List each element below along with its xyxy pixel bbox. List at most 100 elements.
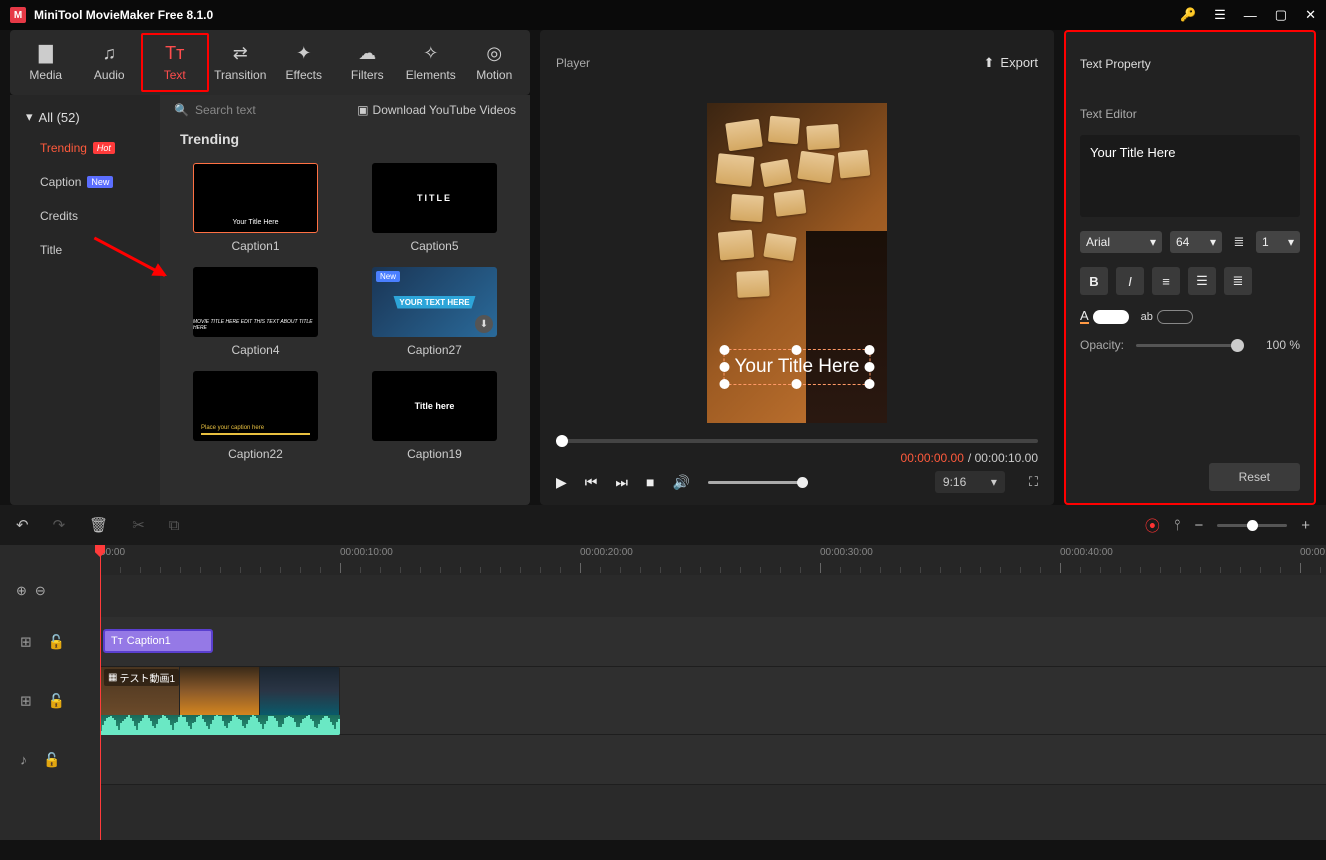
video-clip[interactable]: ▦テスト動画1 (100, 667, 340, 715)
zoom-slider[interactable] (1217, 524, 1287, 527)
tab-effects[interactable]: ✦Effects (272, 35, 336, 90)
next-frame-button[interactable]: ⏭ (615, 474, 628, 491)
titlebar: M MiniTool MovieMaker Free 8.1.0 🔑 ☰ ― ▢… (0, 0, 1326, 30)
chevron-down-icon: ▾ (26, 109, 33, 125)
font-select[interactable]: Arial▾ (1080, 231, 1162, 253)
opacity-value: 100 % (1256, 338, 1300, 352)
search-icon: 🔍 (174, 103, 189, 117)
tab-audio[interactable]: ♫Audio (78, 35, 142, 90)
zoom-in-button[interactable]: + (1301, 517, 1310, 534)
minimize-icon[interactable]: ― (1244, 8, 1257, 23)
menu-icon[interactable]: ☰ (1214, 7, 1226, 23)
timeline-ruler[interactable]: 00:0000:00:10:0000:00:20:0000:00:30:0000… (100, 545, 1326, 575)
redo-button[interactable]: ↷ (53, 516, 66, 534)
resize-handle-tr[interactable] (864, 345, 874, 355)
maximize-icon[interactable]: ▢ (1275, 7, 1287, 23)
time-total: / 00:00:10.00 (968, 451, 1038, 465)
motion-icon: ◎ (486, 43, 502, 64)
resize-handle-bl[interactable] (720, 379, 730, 389)
resize-handle-tl[interactable] (720, 345, 730, 355)
player-panel: Your Title Here 00:00:00.00 / 00:00:10.0… (540, 95, 1054, 505)
text-editor-input[interactable] (1080, 135, 1300, 217)
thumb-caption27[interactable]: NewYOUR TEXT HERE⬇Caption27 (359, 267, 510, 357)
reset-button[interactable]: Reset (1209, 463, 1300, 491)
tab-elements[interactable]: ✧Elements (399, 35, 463, 90)
crop-button[interactable]: ⧉ (169, 517, 180, 534)
thumb-caption19[interactable]: Title hereCaption19 (359, 371, 510, 461)
resize-handle-br[interactable] (864, 379, 874, 389)
chevron-down-icon: ▾ (1288, 235, 1294, 249)
thumb-caption22[interactable]: Place your caption hereCaption22 (180, 371, 331, 461)
playhead[interactable] (100, 545, 101, 840)
video-track[interactable]: ⊞🔓 ▦テスト動画1 (100, 667, 1326, 735)
aspect-select[interactable]: 9:16▾ (935, 471, 1005, 493)
font-size-select[interactable]: 64▾ (1170, 231, 1222, 253)
download-icon[interactable]: ⬇ (475, 315, 493, 333)
category-trending[interactable]: TrendingHot (10, 131, 160, 165)
prev-frame-button[interactable]: ⏮ (585, 474, 598, 491)
youtube-icon: ▣ (357, 103, 368, 117)
seek-bar[interactable] (556, 439, 1038, 443)
fullscreen-button[interactable]: ⛶ (1023, 474, 1038, 490)
align-right-button[interactable]: ≣ (1224, 267, 1252, 295)
line-height-icon: ≣ (1230, 233, 1248, 251)
text-overlay[interactable]: Your Title Here (724, 349, 871, 385)
music-icon: ♫ (103, 43, 117, 64)
resize-handle-ml[interactable] (720, 362, 730, 372)
italic-button[interactable]: I (1116, 267, 1144, 295)
elements-icon: ✧ (423, 43, 438, 64)
search-input[interactable]: 🔍 Search text (174, 103, 256, 117)
zoom-out-button[interactable]: − (1194, 517, 1203, 534)
audio-waveform[interactable] (100, 715, 340, 735)
split-button[interactable]: ✂ (132, 516, 145, 534)
add-track-icon[interactable]: ⊕ (16, 583, 27, 599)
text-color-swatch[interactable] (1093, 310, 1129, 324)
app-title: MiniTool MovieMaker Free 8.1.0 (34, 8, 213, 22)
export-button[interactable]: ⬆ Export (984, 55, 1038, 71)
time-current: 00:00:00.00 (901, 451, 964, 465)
highlight-color-swatch[interactable] (1157, 310, 1193, 324)
lock-icon[interactable]: 🔓 (48, 633, 65, 650)
play-button[interactable]: ▶ (556, 474, 567, 491)
volume-slider[interactable] (708, 481, 808, 484)
thumb-caption1[interactable]: Your Title HereCaption1 (180, 163, 331, 253)
tab-media[interactable]: ▇Media (14, 35, 78, 90)
tab-transition[interactable]: ⇄Transition (209, 35, 273, 90)
resize-handle-tm[interactable] (792, 345, 802, 355)
remove-track-icon[interactable]: ⊖ (35, 583, 46, 599)
audio-track[interactable]: ♪🔓 (100, 735, 1326, 785)
tab-text[interactable]: TᴛText (141, 33, 209, 92)
text-track[interactable]: ⊞🔓 TᴛCaption1 (100, 617, 1326, 667)
line-height-select[interactable]: 1▾ (1256, 231, 1300, 253)
tab-filters[interactable]: ☁Filters (336, 35, 400, 90)
lock-icon[interactable]: 🔓 (48, 692, 65, 709)
close-icon[interactable]: ✕ (1305, 7, 1316, 23)
thumb-caption5[interactable]: TITLECaption5 (359, 163, 510, 253)
tab-motion[interactable]: ◎Motion (463, 35, 527, 90)
text-clip[interactable]: TᴛCaption1 (103, 629, 213, 653)
chevron-down-icon: ▾ (991, 475, 997, 489)
delete-button[interactable]: 🗑 (89, 516, 108, 534)
stop-button[interactable]: ■ (646, 474, 654, 490)
category-sidebar: ▾ All (52) TrendingHot CaptionNew Credit… (10, 95, 160, 505)
resize-handle-mr[interactable] (864, 362, 874, 372)
category-credits[interactable]: Credits (10, 199, 160, 233)
bold-button[interactable]: B (1080, 267, 1108, 295)
volume-icon[interactable]: 🔊 (672, 474, 689, 491)
category-all[interactable]: ▾ All (52) (10, 103, 160, 131)
opacity-slider[interactable] (1136, 344, 1244, 347)
preview-canvas[interactable]: Your Title Here (707, 103, 887, 423)
align-left-button[interactable]: ≡ (1152, 267, 1180, 295)
download-youtube-link[interactable]: ▣ Download YouTube Videos (357, 103, 516, 117)
undo-button[interactable]: ↶ (16, 516, 29, 534)
thumb-caption4[interactable]: MOVIE TITLE HERE EDIT THIS TEXT ABOUT TI… (180, 267, 331, 357)
export-icon: ⬆ (984, 55, 995, 71)
lock-icon[interactable]: 🔓 (43, 751, 60, 768)
magnet-icon[interactable]: ⫯ (1174, 517, 1181, 534)
property-header: Text Property (1064, 30, 1316, 95)
autoscroll-icon[interactable]: ⦿ (1145, 515, 1160, 536)
category-caption[interactable]: CaptionNew (10, 165, 160, 199)
align-center-button[interactable]: ☰ (1188, 267, 1216, 295)
seek-thumb[interactable] (556, 435, 568, 447)
upgrade-icon[interactable]: 🔑 (1180, 7, 1196, 23)
